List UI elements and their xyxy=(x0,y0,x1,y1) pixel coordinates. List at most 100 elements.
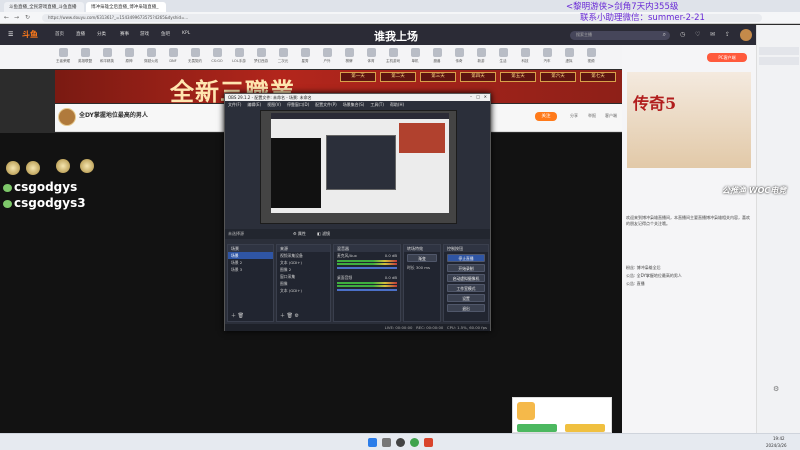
nav-item[interactable]: 直播 xyxy=(76,31,85,37)
obs-icon[interactable] xyxy=(396,438,405,447)
back-icon[interactable]: ← xyxy=(4,14,9,21)
close-icon[interactable]: ✕ xyxy=(484,94,487,99)
forward-icon[interactable]: → xyxy=(14,14,19,21)
source-add-icon[interactable]: ＋ 🗑 ⚙ xyxy=(280,312,299,319)
browser-tab-active[interactable]: 博冲枭雄全后直播_博冲枭雄直播_ xyxy=(86,2,166,12)
filters-button[interactable]: ◧ 滤镜 xyxy=(317,231,330,237)
category-item[interactable]: 无畏契约 xyxy=(184,48,206,64)
category-item[interactable]: 主机游戏 xyxy=(382,48,404,64)
source-item[interactable]: 图像 xyxy=(277,280,330,287)
settings-icon[interactable]: ⚙ xyxy=(773,385,779,393)
stop-streaming-button[interactable]: 停止直播 xyxy=(447,254,485,262)
obs-menu-item[interactable]: 配置文件(P) xyxy=(315,102,337,107)
promo-button[interactable] xyxy=(565,424,605,432)
follow-icon[interactable]: ♡ xyxy=(695,31,700,38)
obs-preview[interactable] xyxy=(260,110,457,224)
volume-slider[interactable] xyxy=(337,267,397,269)
nav-item[interactable]: 赛事 xyxy=(120,31,129,37)
game-ad[interactable]: 传奇5 xyxy=(627,72,751,168)
studio-mode-button[interactable]: 工作室模式 xyxy=(447,284,485,292)
category-item[interactable]: 单机 xyxy=(404,48,426,64)
sidebar-item[interactable] xyxy=(759,47,799,55)
virtual-camera-button[interactable]: 启动虚拟摄像机 xyxy=(447,274,485,282)
category-item[interactable]: 英雄联盟 xyxy=(74,48,96,64)
minimize-icon[interactable]: – xyxy=(470,94,472,99)
obs-menu-item[interactable]: 停靠窗口(D) xyxy=(287,102,309,107)
site-logo[interactable]: 斗鱼 xyxy=(22,29,38,40)
category-item[interactable]: 新游 xyxy=(470,48,492,64)
menu-icon[interactable]: ☰ xyxy=(8,31,13,38)
scene-add-icon[interactable]: ＋ 🗑 xyxy=(231,312,244,319)
category-item[interactable]: 梦幻西游 xyxy=(250,48,272,64)
report-button[interactable]: 举报 xyxy=(588,113,596,119)
search-input[interactable]: 搜索主播 ⌕ xyxy=(570,31,670,40)
exit-button[interactable]: 退出 xyxy=(447,304,485,312)
search-icon[interactable] xyxy=(382,438,391,447)
obs-menu-item[interactable]: 编辑(E) xyxy=(247,102,261,107)
obs-menu-item[interactable]: 帮助(H) xyxy=(390,102,404,107)
promo-button[interactable] xyxy=(517,424,557,432)
category-item[interactable]: 科技 xyxy=(514,48,536,64)
refresh-icon[interactable]: ↻ xyxy=(25,14,30,21)
volume-slider[interactable] xyxy=(337,289,397,291)
duration-value[interactable]: 300 ms xyxy=(416,265,430,270)
category-item[interactable]: 二次元 xyxy=(272,48,294,64)
category-item[interactable]: 星秀 xyxy=(294,48,316,64)
category-item[interactable]: 穿越火线 xyxy=(140,48,162,64)
source-item[interactable]: 视频采集设备 xyxy=(277,252,330,259)
nav-item[interactable]: 鱼吧 xyxy=(161,31,170,37)
category-item[interactable]: 户外 xyxy=(316,48,338,64)
browser-tab[interactable]: 斗鱼直播_全民游戏直播_斗鱼直播 xyxy=(4,2,84,12)
maximize-icon[interactable]: □ xyxy=(476,94,480,99)
nav-item[interactable]: 分类 xyxy=(97,31,106,37)
nav-item[interactable]: KPL xyxy=(182,31,190,36)
obs-menu-item[interactable]: 工具(T) xyxy=(370,102,384,107)
search-icon[interactable]: ⌕ xyxy=(663,31,666,39)
upload-icon[interactable]: ⇪ xyxy=(725,31,730,38)
avatar[interactable] xyxy=(740,29,752,41)
category-item[interactable]: 魔兽 xyxy=(426,48,448,64)
obs-menu-item[interactable]: 场景集合(S) xyxy=(343,102,365,107)
browser-icon[interactable] xyxy=(410,438,419,447)
message-icon[interactable]: ✉ xyxy=(710,31,715,38)
client-button[interactable]: 客户端 xyxy=(605,113,617,119)
category-item[interactable]: 棋牌 xyxy=(338,48,360,64)
obs-window[interactable]: OBS 29.1.2 - 配置文件: 未命名 - 场景: 未命名 – □ ✕ 文… xyxy=(224,93,491,331)
pc-client-button[interactable]: PC客户端 xyxy=(707,53,747,62)
scene-item[interactable]: 场景 2 xyxy=(228,259,273,266)
scene-item[interactable]: 场景 3 xyxy=(228,266,273,273)
source-item[interactable]: 文本 (GDI+) xyxy=(277,287,330,294)
start-icon[interactable] xyxy=(368,438,377,447)
category-item[interactable]: 虚拟 xyxy=(558,48,580,64)
category-item[interactable]: 和平精英 xyxy=(96,48,118,64)
follow-button[interactable]: 关注 xyxy=(535,112,557,121)
properties-button[interactable]: ⚙ 属性 xyxy=(293,231,306,237)
category-item[interactable]: DNF xyxy=(162,48,184,63)
category-item[interactable]: 生活 xyxy=(492,48,514,64)
category-item[interactable]: 传奇 xyxy=(448,48,470,64)
source-item[interactable]: 窗口采集 xyxy=(277,273,330,280)
streamer-avatar[interactable] xyxy=(58,108,76,126)
history-icon[interactable]: ◷ xyxy=(680,31,685,38)
category-item[interactable]: 王者荣耀 xyxy=(52,48,74,64)
category-item[interactable]: 视频 xyxy=(580,48,602,64)
obs-menu-item[interactable]: 视图(V) xyxy=(267,102,281,107)
app-icon[interactable] xyxy=(424,438,433,447)
source-item[interactable]: 图像 2 xyxy=(277,266,330,273)
nav-item[interactable]: 游戏 xyxy=(140,31,149,37)
source-item[interactable]: 文本 (GDI+) xyxy=(277,259,330,266)
scene-item[interactable]: 场景 xyxy=(228,252,273,259)
promo-card[interactable] xyxy=(512,397,612,433)
sidebar-item[interactable] xyxy=(759,57,799,65)
share-button[interactable]: 分享 xyxy=(570,113,578,119)
obs-menu-item[interactable]: 文件(F) xyxy=(228,102,241,107)
category-item[interactable]: 体育 xyxy=(360,48,382,64)
category-item[interactable]: 汽车 xyxy=(536,48,558,64)
category-item[interactable]: LOL手游 xyxy=(228,48,250,64)
nav-item[interactable]: 首页 xyxy=(55,31,64,37)
settings-button[interactable]: 设置 xyxy=(447,294,485,302)
category-item[interactable]: CS:GO xyxy=(206,48,228,63)
start-recording-button[interactable]: 开始录制 xyxy=(447,264,485,272)
category-item[interactable]: 原神 xyxy=(118,48,140,64)
transition-select[interactable]: 渐变 xyxy=(407,254,437,262)
